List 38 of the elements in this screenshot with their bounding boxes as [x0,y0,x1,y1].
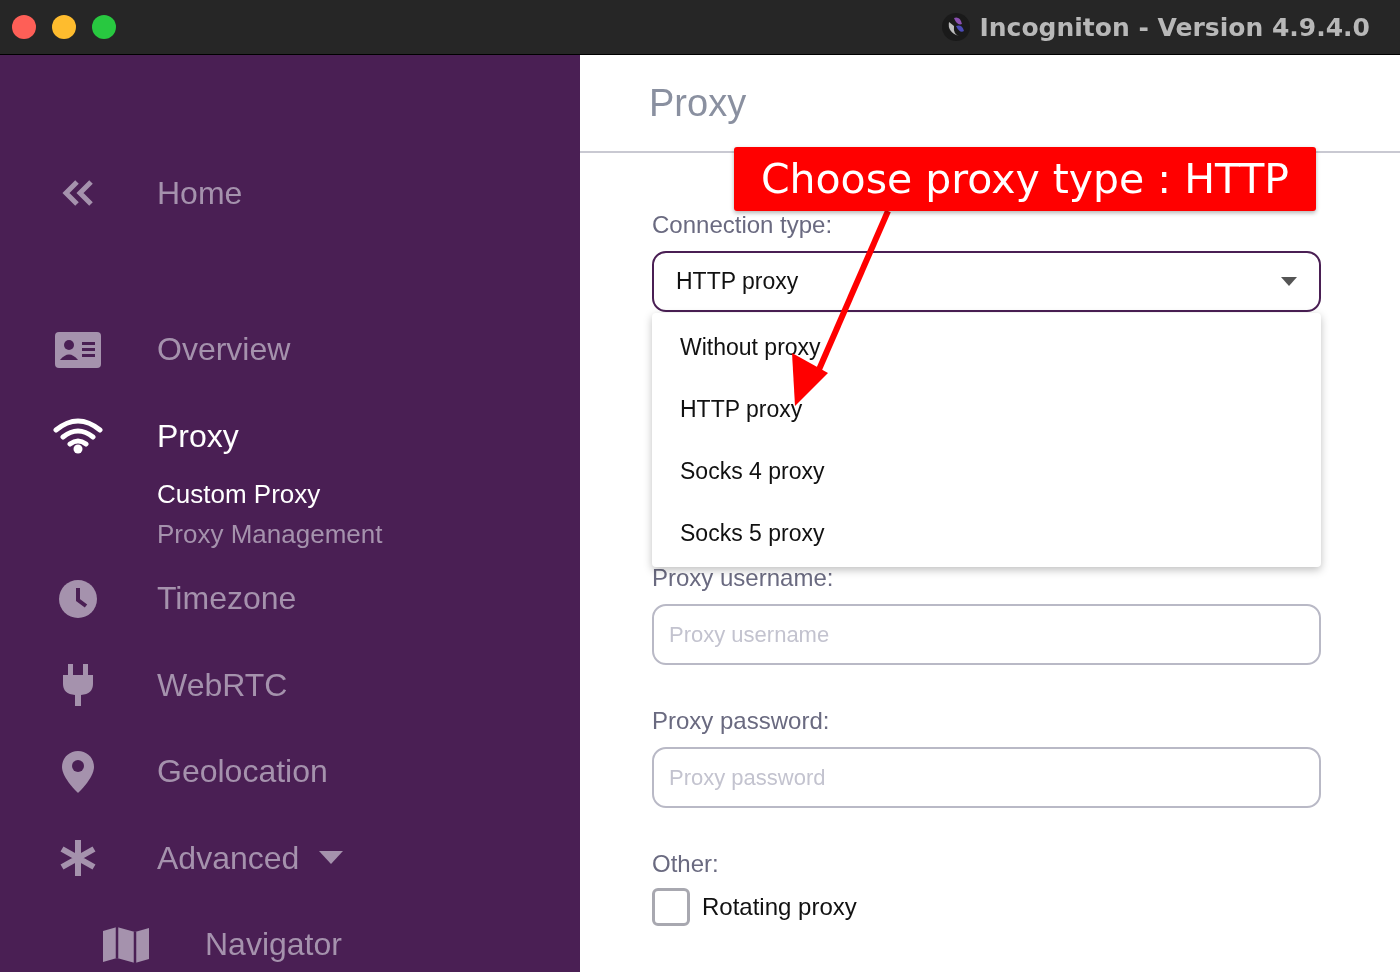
sidebar-item[interactable]: Advanced [157,839,300,877]
connection-type-select[interactable]: HTTP proxy [652,251,1321,312]
contact-card-icon [55,331,101,368]
dropdown-option[interactable]: Socks 4 proxy [652,440,1321,502]
text-field[interactable]: Proxy username [652,604,1321,665]
window-title: Incogniton - Version 4.9.4.0 [979,12,1370,42]
checkbox-label: Rotating proxy [702,893,857,921]
app-logo-icon [941,12,972,42]
dropdown-option[interactable]: Without proxy [652,316,1321,378]
text-field[interactable]: Proxy password [652,747,1321,808]
sidebar-subitem[interactable]: Proxy Management [157,518,383,549]
asterisk-icon [58,838,98,879]
sidebar-subitem[interactable]: Custom Proxy [157,478,321,509]
sidebar-item[interactable]: Proxy [157,417,239,455]
sidebar-item[interactable]: Navigator [205,926,342,964]
map-pin-icon [62,750,94,793]
sidebar-item[interactable]: Home [157,174,243,212]
map-icon [103,926,149,963]
section-label: Other: [652,850,719,878]
wifi-icon [53,418,103,455]
sidebar-item[interactable]: Timezone [157,580,297,618]
field-label: Proxy password: [652,707,830,735]
zoom-button[interactable] [92,15,116,39]
checkbox[interactable] [652,888,690,926]
sidebar-item[interactable]: Overview [157,331,291,369]
close-button[interactable] [12,15,36,39]
minimize-button[interactable] [52,15,76,39]
plug-icon [62,664,94,707]
field-label: Proxy username: [652,564,834,592]
clock-icon [58,578,98,619]
field-label: Connection type: [652,211,833,239]
sidebar-item[interactable]: Geolocation [157,753,328,791]
page-title: Proxy [649,81,747,125]
dropdown-option[interactable]: HTTP proxy [652,378,1321,440]
dropdown-option[interactable]: Socks 5 proxy [652,502,1321,564]
sidebar-item[interactable]: WebRTC [157,666,288,704]
annotation-callout: Choose proxy type : HTTP [734,147,1316,211]
double-chevron-icon [61,179,95,208]
